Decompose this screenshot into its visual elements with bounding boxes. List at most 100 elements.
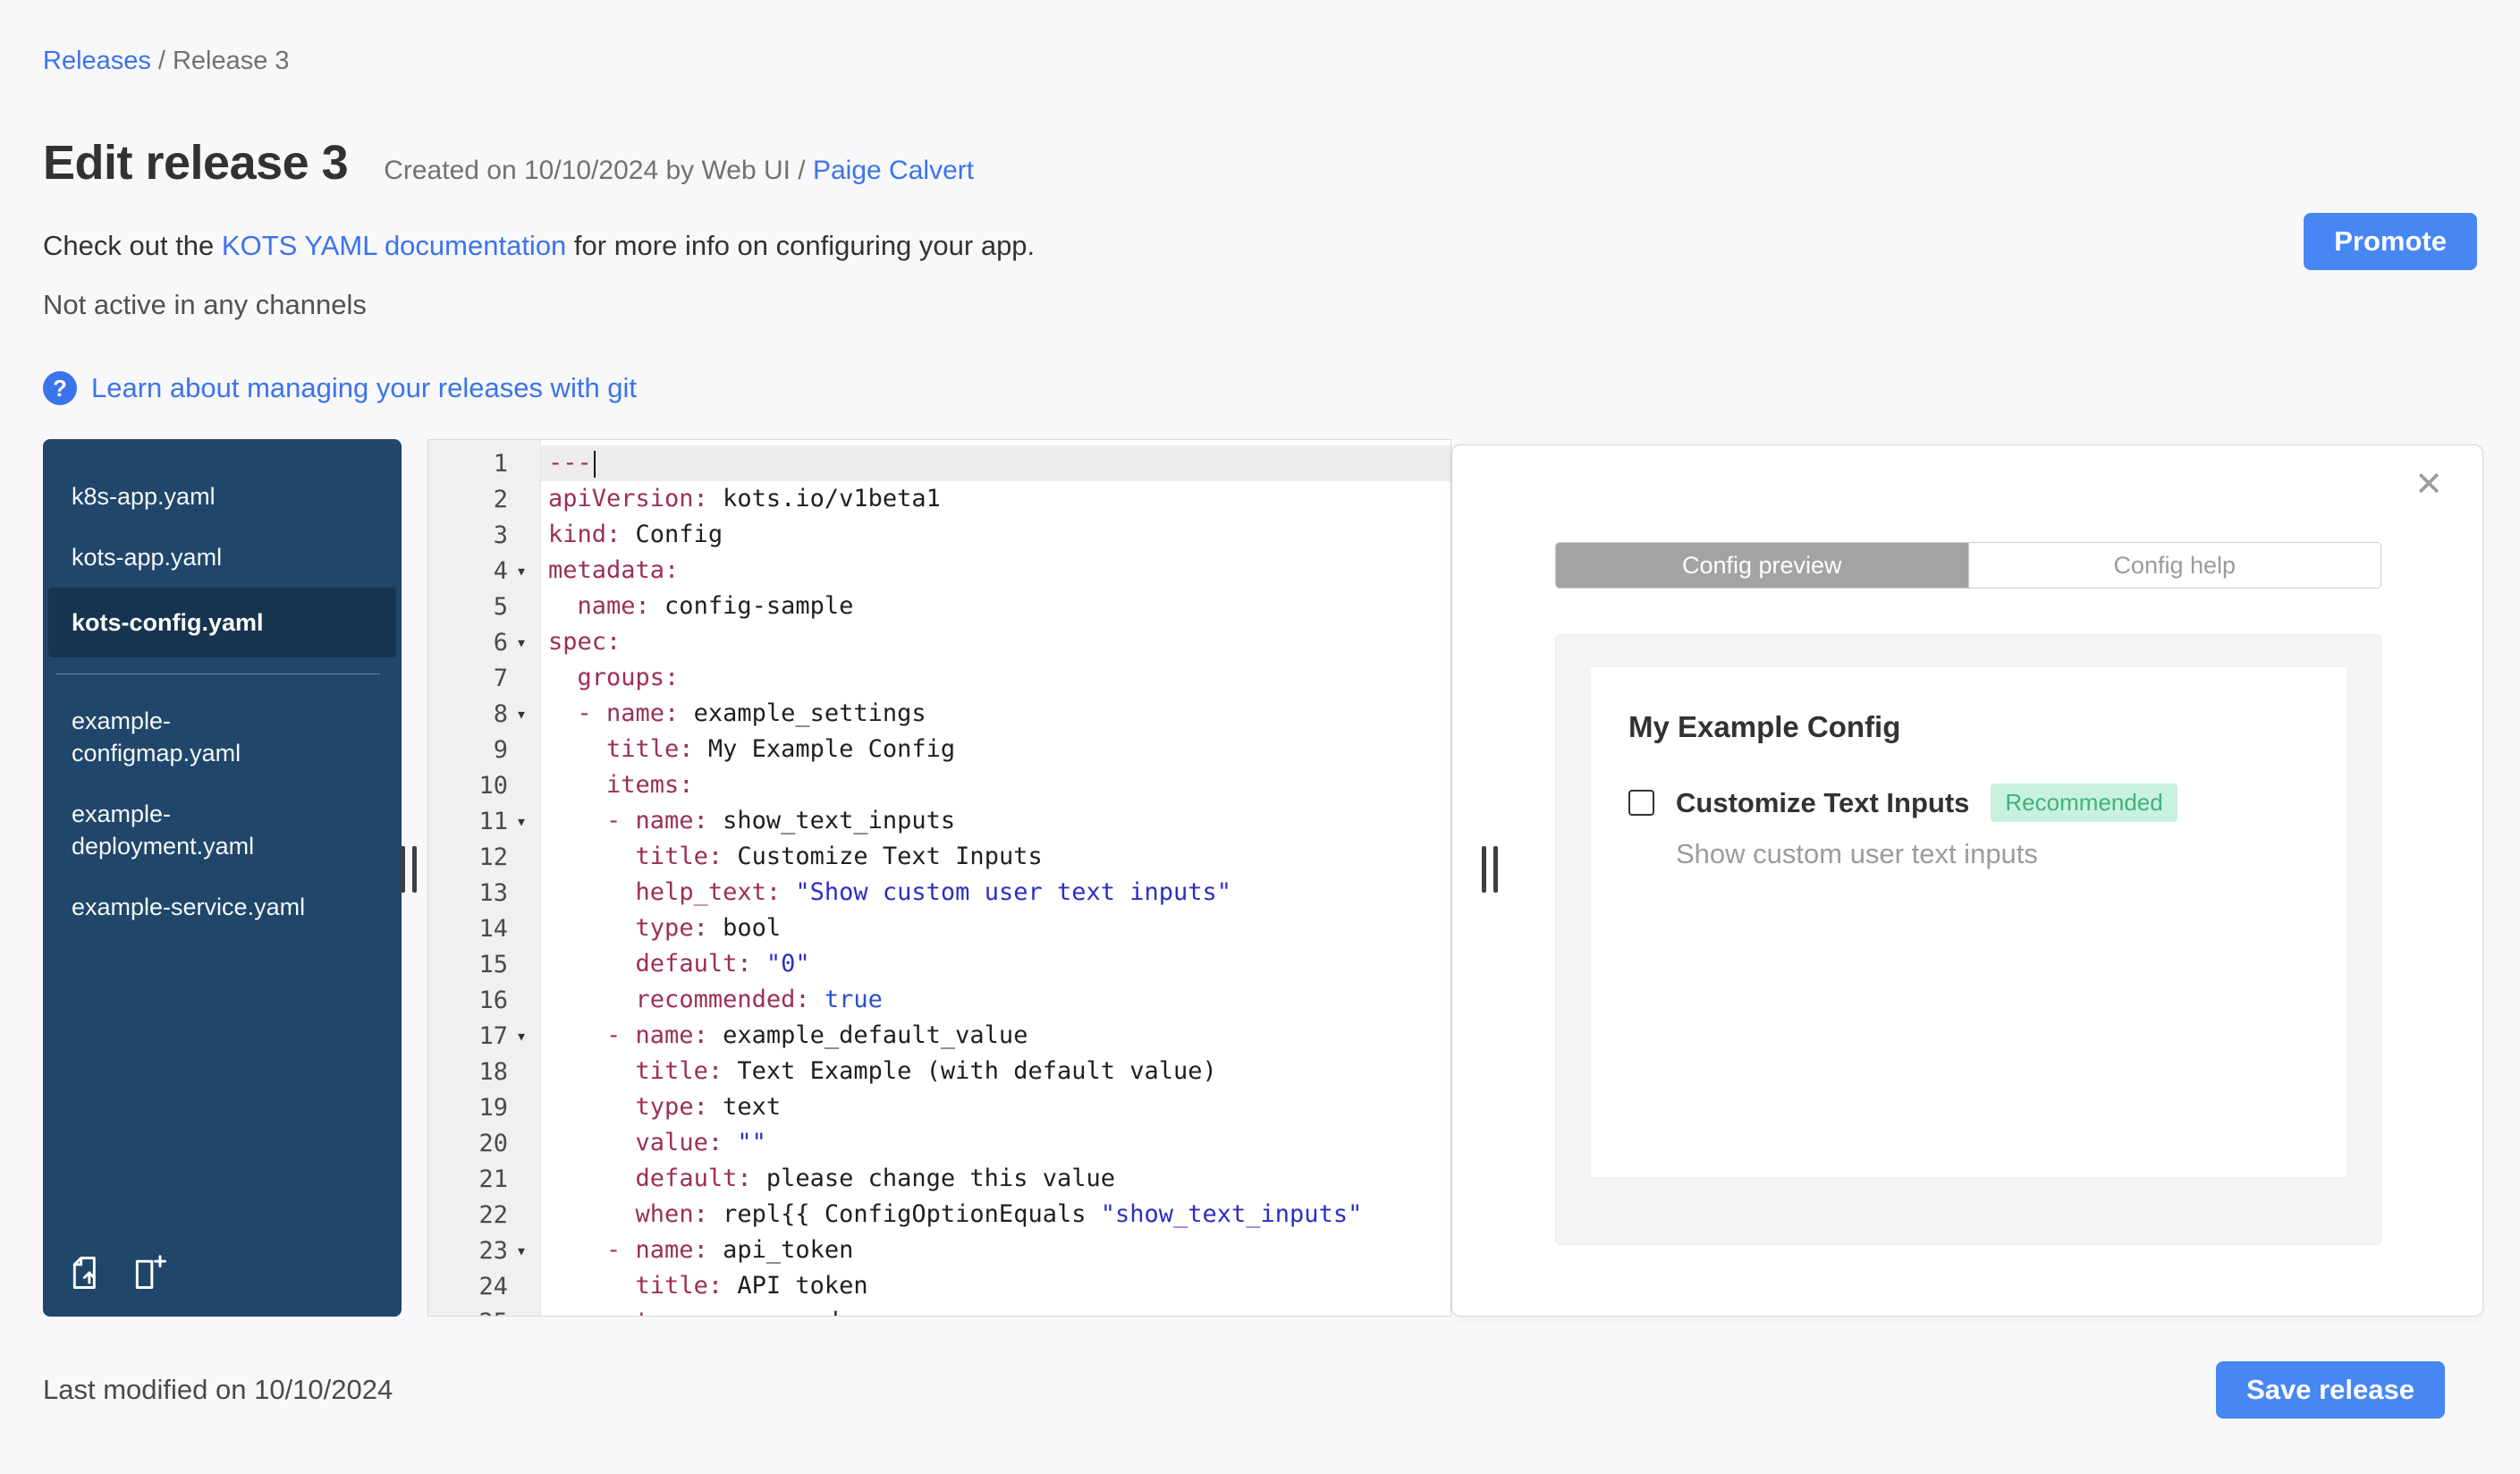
config-card: My Example Config Customize Text Inputs … xyxy=(1591,667,2347,1177)
code-line[interactable]: default: "0" xyxy=(541,946,1450,982)
customize-text-inputs-checkbox[interactable] xyxy=(1628,790,1654,816)
code-line[interactable]: value: "" xyxy=(541,1125,1450,1161)
workspace: k8s-app.yaml kots-app.yaml kots-config.yam… xyxy=(43,439,2483,1317)
tab-config-preview[interactable]: Config preview xyxy=(1556,543,1968,588)
resize-bar xyxy=(1493,846,1498,893)
preview-body: My Example Config Customize Text Inputs … xyxy=(1555,634,2381,1245)
close-icon[interactable]: ✕ xyxy=(2409,467,2448,503)
fold-arrow-icon[interactable]: ▾ xyxy=(508,631,535,653)
sidebar-icons xyxy=(68,1253,170,1297)
kots-yaml-doc-link[interactable]: KOTS YAML documentation xyxy=(222,230,566,261)
line-number: 17 xyxy=(478,1021,508,1050)
code-line[interactable]: type: bool xyxy=(541,911,1450,946)
title-row: Edit release 3 Created on 10/10/2024 by … xyxy=(43,135,2477,191)
preview-resize-handle[interactable] xyxy=(1482,846,1498,893)
line-number: 1 xyxy=(493,449,508,478)
line-number: 2 xyxy=(493,485,508,513)
line-number: 9 xyxy=(493,735,508,764)
git-releases-link[interactable]: Learn about managing your releases with … xyxy=(91,372,637,404)
yaml-editor[interactable]: 1 2 3 4 ▾ 5 6 ▾ 7 8 ▾ 9 10 11 ▾ 12 13 14 15 16 17 ▾ 18 19 20 21 22… xyxy=(427,439,1451,1317)
line-number: 14 xyxy=(478,914,508,943)
import-file-icon[interactable] xyxy=(68,1253,107,1297)
sidebar-resize-handle[interactable] xyxy=(401,846,417,893)
code-line[interactable]: - name: example_default_value xyxy=(541,1018,1450,1054)
code-line[interactable]: title: Customize Text Inputs xyxy=(541,839,1450,875)
fold-arrow-icon[interactable]: ▾ xyxy=(508,810,535,832)
code-line[interactable]: groups: xyxy=(541,660,1450,696)
line-number: 18 xyxy=(478,1057,508,1086)
line-number: 15 xyxy=(478,950,508,978)
fold-arrow-icon[interactable]: ▾ xyxy=(508,703,535,724)
code-line[interactable]: type: text xyxy=(541,1089,1450,1125)
code-line[interactable]: - name: api_token xyxy=(541,1233,1450,1268)
line-number: 20 xyxy=(478,1129,508,1157)
breadcrumb-separator: / xyxy=(157,47,165,75)
text-cursor xyxy=(593,450,596,478)
code-line[interactable]: default: please change this value xyxy=(541,1161,1450,1197)
tab-config-help[interactable]: Config help xyxy=(1967,543,2380,588)
line-number: 8 xyxy=(493,699,508,728)
last-modified-text: Last modified on 10/10/2024 xyxy=(43,1374,393,1405)
line-number: 12 xyxy=(478,843,508,871)
code-line[interactable]: title: API token xyxy=(541,1268,1450,1304)
editor-code[interactable]: --- apiVersion: kots.io/v1beta1 kind: Conf… xyxy=(541,440,1450,1316)
code-line[interactable]: recommended: true xyxy=(541,982,1450,1018)
doc-text-after: for more info on configuring your app. xyxy=(566,230,1036,261)
line-number: 4 xyxy=(493,556,508,585)
code-line[interactable]: title: My Example Config xyxy=(541,732,1450,767)
line-number: 24 xyxy=(478,1272,508,1300)
help-question-icon: ? xyxy=(43,371,77,405)
created-author-link[interactable]: Paige Calvert xyxy=(813,156,974,185)
promote-button[interactable]: Promote xyxy=(2304,213,2477,270)
file-tree-item[interactable]: k8s-app.yaml xyxy=(48,466,396,527)
resize-bar xyxy=(1482,846,1486,893)
fold-arrow-icon[interactable]: ▾ xyxy=(508,1240,535,1261)
resize-bar xyxy=(412,846,417,893)
new-file-icon[interactable] xyxy=(131,1253,170,1297)
code-line[interactable]: title: Text Example (with default value) xyxy=(541,1054,1450,1089)
recommended-badge: Recommended xyxy=(1991,784,2178,822)
save-release-button[interactable]: Save release xyxy=(2216,1361,2445,1419)
file-tree-item[interactable]: example-service.yaml xyxy=(48,877,396,937)
file-tree-item[interactable]: example- deployment.yaml xyxy=(48,784,396,877)
code-line[interactable]: - name: show_text_inputs xyxy=(541,803,1450,839)
doc-line: Check out the KOTS YAML documentation fo… xyxy=(43,230,2477,262)
footer: Last modified on 10/10/2024 Save release xyxy=(43,1361,2477,1419)
code-line[interactable]: type: password xyxy=(541,1304,1450,1316)
code-line[interactable]: --- xyxy=(541,445,1450,481)
line-number: 16 xyxy=(478,986,508,1014)
config-option-label: Customize Text Inputs xyxy=(1676,786,1970,818)
file-tree-item[interactable]: kots-config.yaml xyxy=(48,588,396,657)
line-number: 25 xyxy=(478,1309,508,1317)
editor-gutter: 1 2 3 4 ▾ 5 6 ▾ 7 8 ▾ 9 10 11 ▾ 12 13 14 15 16 17 ▾ 18 19 20 21 22… xyxy=(428,440,541,1316)
preview-tabs: Config preview Config help xyxy=(1555,542,2381,589)
code-line[interactable]: spec: xyxy=(541,624,1450,660)
line-number: 23 xyxy=(478,1236,508,1265)
fold-arrow-icon[interactable]: ▾ xyxy=(508,1025,535,1046)
code-line[interactable]: kind: Config xyxy=(541,517,1450,553)
code-line[interactable]: apiVersion: kots.io/v1beta1 xyxy=(541,481,1450,517)
code-line[interactable]: items: xyxy=(541,767,1450,803)
code-line[interactable]: name: config-sample xyxy=(541,589,1450,624)
doc-text-before: Check out the xyxy=(43,230,222,261)
page: Releases / Release 3 Edit release 3 Create… xyxy=(0,0,2520,1474)
fold-arrow-icon[interactable]: ▾ xyxy=(508,560,535,581)
code-line[interactable]: help_text: "Show custom user text inputs… xyxy=(541,875,1450,911)
breadcrumb-releases-link[interactable]: Releases xyxy=(43,47,151,75)
line-number: 22 xyxy=(478,1200,508,1229)
line-number: 6 xyxy=(493,628,508,657)
line-number: 19 xyxy=(478,1093,508,1122)
created-text: Created on 10/10/2024 by Web UI / xyxy=(384,156,813,185)
code-line[interactable]: metadata: xyxy=(541,553,1450,589)
code-line[interactable]: when: repl{{ ConfigOptionEquals "show_te… xyxy=(541,1197,1450,1233)
config-option-row: Customize Text Inputs Recommended xyxy=(1628,784,2309,822)
breadcrumb: Releases / Release 3 xyxy=(43,0,2477,76)
line-number: 11 xyxy=(478,807,508,835)
learn-row: ? Learn about managing your releases wit… xyxy=(43,371,2477,405)
file-tree-item[interactable]: kots-app.yaml xyxy=(48,527,396,588)
code-line[interactable]: - name: example_settings xyxy=(541,696,1450,732)
file-tree-divider xyxy=(55,673,380,674)
breadcrumb-current: Release 3 xyxy=(172,47,290,75)
file-tree-item[interactable]: example- configmap.yaml xyxy=(48,690,396,784)
config-preview-panel: ✕ Config preview Config help My Example C… xyxy=(1451,445,2483,1317)
